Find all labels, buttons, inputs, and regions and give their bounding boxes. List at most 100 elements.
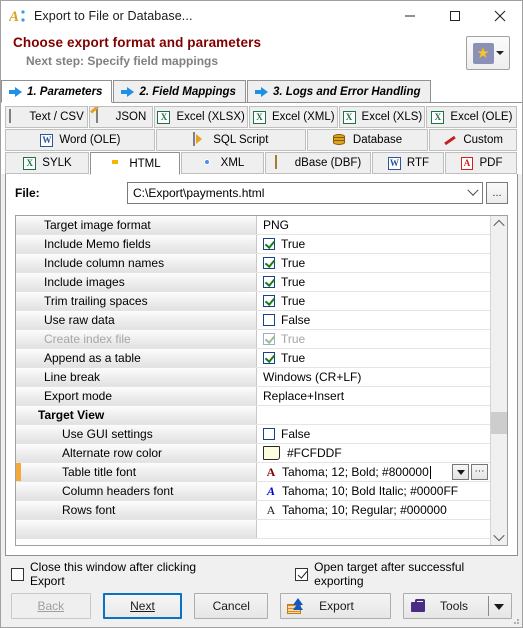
chevron-down-icon[interactable]: [464, 183, 482, 203]
table-row[interactable]: Include column names True: [16, 254, 490, 273]
format-tab-custom[interactable]: Custom: [429, 129, 517, 151]
tab-logs-errors[interactable]: 3. Logs and Error Handling: [246, 80, 431, 102]
property-name: Use GUI settings: [16, 425, 257, 443]
format-tab-xml[interactable]: XML: [181, 152, 264, 174]
property-value[interactable]: PNG: [257, 216, 490, 234]
color-swatch-icon[interactable]: [263, 446, 280, 460]
property-value[interactable]: #FCFDDF: [257, 444, 490, 462]
table-row[interactable]: Trim trailing spaces True: [16, 292, 490, 311]
format-tab-json[interactable]: JSON: [89, 106, 153, 128]
property-value-editor[interactable]: A Tahoma; 12; Bold; #800000 ⋯: [257, 463, 490, 481]
property-value[interactable]: False: [257, 425, 490, 443]
table-row[interactable]: Append as a table True: [16, 349, 490, 368]
format-tab-excel-ole[interactable]: X Excel (OLE): [425, 106, 517, 128]
open-target-checkbox[interactable]: [295, 567, 309, 581]
value-text: False: [281, 427, 311, 441]
value-text: Windows (CR+LF): [263, 370, 362, 384]
property-value[interactable]: True: [257, 273, 490, 291]
tab-parameters[interactable]: 1. Parameters: [1, 80, 113, 103]
table-row[interactable]: Export mode Replace+Insert: [16, 387, 490, 406]
word-icon: W: [40, 133, 54, 147]
format-tab-sylk[interactable]: X SYLK: [5, 152, 89, 174]
json-file-icon: [95, 108, 111, 125]
table-row-selected[interactable]: Table title font A Tahoma; 12; Bold; #80…: [16, 463, 490, 482]
ellipsis-button[interactable]: ⋯: [471, 464, 488, 480]
format-tab-html[interactable]: HTML: [90, 152, 180, 175]
format-tab-rtf[interactable]: W RTF: [372, 152, 444, 174]
table-row[interactable]: Use raw data False: [16, 311, 490, 330]
format-tab-dbase[interactable]: dBase (DBF): [265, 152, 371, 174]
parameters-panel: File: C:\Export\payments.html ... Target…: [5, 174, 518, 556]
value-text: True: [281, 294, 306, 308]
checkbox-icon[interactable]: [263, 428, 275, 440]
property-value[interactable]: Replace+Insert: [257, 387, 490, 405]
next-button[interactable]: Next: [102, 593, 183, 619]
table-row-group[interactable]: Target View: [16, 406, 490, 425]
cancel-button[interactable]: Cancel: [194, 593, 269, 619]
divider: [487, 596, 489, 616]
scroll-up-button[interactable]: [491, 216, 507, 232]
property-value[interactable]: A Tahoma; 10; Regular; #000000: [257, 501, 490, 519]
table-row-partial[interactable]: [16, 520, 490, 539]
format-tab-pdf[interactable]: A PDF: [445, 152, 517, 174]
format-tab-excel-xlsx[interactable]: X Excel (XLSX): [153, 106, 248, 128]
wizard-step-tabs: 1. Parameters 2. Field Mappings 3. Logs …: [1, 79, 522, 103]
scrollbar-track[interactable]: [491, 232, 507, 529]
property-group-name: Target View: [16, 406, 257, 424]
checkbox-icon[interactable]: [263, 314, 275, 326]
table-row[interactable]: Target image format PNG: [16, 216, 490, 235]
resize-grip[interactable]: [510, 615, 520, 625]
table-row[interactable]: Column headers font A Tahoma; 10; Bold I…: [16, 482, 490, 501]
table-row[interactable]: Use GUI settings False: [16, 425, 490, 444]
property-value[interactable]: True: [257, 349, 490, 367]
checkbox-icon[interactable]: [263, 276, 275, 288]
close-button[interactable]: [477, 1, 522, 31]
tab-field-mappings[interactable]: 2. Field Mappings: [113, 80, 246, 102]
value-text: #FCFDDF: [287, 446, 342, 460]
table-row[interactable]: Alternate row color #FCFDDF: [16, 444, 490, 463]
back-button[interactable]: Back: [11, 593, 91, 619]
file-path-value: C:\Export\payments.html: [133, 186, 265, 200]
minimize-button[interactable]: [387, 1, 432, 31]
tools-button[interactable]: Tools: [403, 593, 512, 619]
property-value[interactable]: A Tahoma; 10; Bold Italic; #0000FF: [257, 482, 490, 500]
format-tab-text-csv[interactable]: Text / CSV: [5, 106, 89, 128]
checkbox-icon[interactable]: [263, 295, 275, 307]
dropdown-button[interactable]: [452, 464, 469, 480]
checkbox-icon[interactable]: [263, 257, 275, 269]
property-value[interactable]: Windows (CR+LF): [257, 368, 490, 386]
chevron-up-icon: [493, 219, 505, 232]
maximize-button[interactable]: [432, 1, 477, 31]
checkbox-icon[interactable]: [263, 352, 275, 364]
format-tab-database[interactable]: Database: [306, 129, 429, 151]
chevron-down-icon[interactable]: [493, 604, 504, 610]
export-button[interactable]: Export: [280, 593, 392, 619]
format-tab-sql-script[interactable]: SQL Script: [155, 129, 306, 151]
property-name: Target image format: [16, 216, 257, 234]
file-path-combobox[interactable]: C:\Export\payments.html: [127, 182, 483, 204]
table-row[interactable]: Rows font A Tahoma; 10; Regular; #000000: [16, 501, 490, 520]
vertical-scrollbar[interactable]: [490, 216, 507, 545]
table-row[interactable]: Include images True: [16, 273, 490, 292]
footer-buttons: Back Next Cancel Export Tools: [11, 593, 512, 619]
browse-button[interactable]: ...: [486, 182, 508, 204]
favorites-button[interactable]: ★: [466, 36, 510, 70]
property-value[interactable]: False: [257, 311, 490, 329]
value-text: True: [281, 256, 306, 270]
row-marker: [16, 463, 21, 481]
format-tab-excel-xls[interactable]: X Excel (XLS): [338, 106, 425, 128]
format-tab-excel-xml[interactable]: X Excel (XML): [248, 106, 338, 128]
chevron-down-icon[interactable]: [495, 51, 504, 55]
property-value[interactable]: True: [257, 254, 490, 272]
scrollbar-thumb[interactable]: [491, 412, 507, 434]
close-window-checkbox[interactable]: [11, 567, 24, 581]
table-row[interactable]: Line break Windows (CR+LF): [16, 368, 490, 387]
checkbox-icon[interactable]: [263, 238, 275, 250]
format-tab-word-ole[interactable]: W Word (OLE): [5, 129, 155, 151]
page-title: Choose export format and parameters: [13, 35, 262, 50]
table-row[interactable]: Include Memo fields True: [16, 235, 490, 254]
scroll-down-button[interactable]: [491, 529, 507, 545]
property-value[interactable]: True: [257, 292, 490, 310]
checkbox-icon: [263, 333, 275, 345]
property-value[interactable]: True: [257, 235, 490, 253]
